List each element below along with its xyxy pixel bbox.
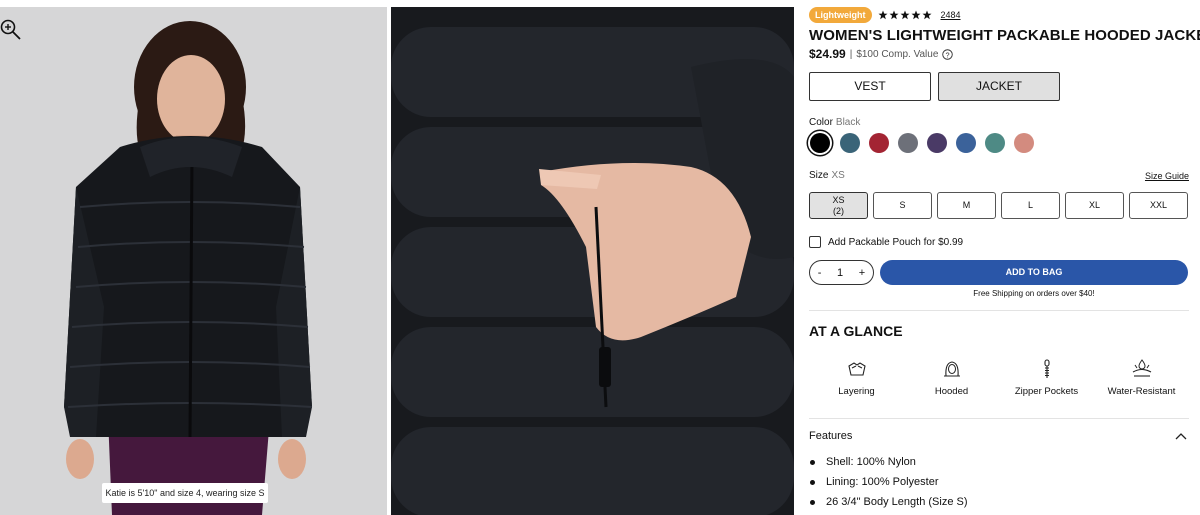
quantity-increase-button[interactable]: + xyxy=(859,267,865,279)
color-swatch[interactable] xyxy=(927,133,947,153)
star-icon xyxy=(878,10,887,20)
badge-rating-row: Lightweight 2484 xyxy=(809,7,961,23)
review-count-link[interactable]: 2484 xyxy=(941,10,961,20)
color-label: Color Black xyxy=(809,117,860,128)
size-button-xl[interactable]: XL xyxy=(1065,192,1124,219)
hood-icon xyxy=(943,361,960,377)
zipper-icon xyxy=(1043,359,1050,378)
layering-icon xyxy=(847,362,866,376)
jacket-option-button[interactable]: JACKET xyxy=(938,72,1060,101)
size-options: XS (2) S M L XL XXL xyxy=(809,192,1188,219)
add-pouch-option[interactable]: Add Packable Pouch for $0.99 xyxy=(809,236,963,248)
vest-option-button[interactable]: VEST xyxy=(809,72,931,101)
price-separator: | xyxy=(849,48,853,60)
product-details-panel: Lightweight 2484 WOMEN'S LIGHTWEIGHT PAC… xyxy=(809,0,1200,515)
features-heading: Features xyxy=(809,430,853,442)
model-size-caption: Katie is 5'10" and size 4, wearing size … xyxy=(102,483,268,503)
pouch-checkbox[interactable] xyxy=(809,236,821,248)
size-button-label: XL xyxy=(1088,200,1100,210)
color-swatch[interactable] xyxy=(898,133,918,153)
star-icon xyxy=(900,10,909,20)
size-button-label: XXL xyxy=(1149,200,1167,210)
glance-label: Hooded xyxy=(934,386,969,397)
size-button-s[interactable]: S xyxy=(873,192,932,219)
color-swatches xyxy=(809,133,1034,153)
color-swatch[interactable] xyxy=(810,133,830,153)
at-a-glance-heading: AT A GLANCE xyxy=(809,323,903,339)
star-icon xyxy=(922,10,931,20)
size-guide-link[interactable]: Size Guide xyxy=(1145,171,1189,181)
size-button-xs[interactable]: XS (2) xyxy=(809,192,868,219)
color-swatch[interactable] xyxy=(985,133,1005,153)
product-gallery: Katie is 5'10" and size 4, wearing size … xyxy=(0,7,794,515)
color-swatch[interactable] xyxy=(840,133,860,153)
quantity-decrease-button[interactable]: - xyxy=(818,267,822,279)
glance-label: Water-Resistant xyxy=(1107,386,1176,397)
glance-item-zipper-pockets: Zipper Pockets xyxy=(999,358,1094,397)
size-button-label: XS xyxy=(832,194,845,205)
price: $24.99 xyxy=(809,47,846,61)
size-button-l[interactable]: L xyxy=(1001,192,1060,219)
feature-item: 26 3/4" Body Length (Size S) xyxy=(809,496,968,515)
price-row: $24.99 | $100 Comp. Value ? xyxy=(809,47,954,61)
size-button-label: L xyxy=(1027,200,1033,210)
feature-item: Lining: 100% Polyester xyxy=(809,476,968,496)
pocket-detail-photo[interactable] xyxy=(391,7,794,515)
color-label-text: Color xyxy=(809,117,833,128)
size-label: Size XS xyxy=(809,170,845,181)
size-button-label: S xyxy=(899,200,906,210)
glance-item-hooded: Hooded xyxy=(904,358,999,397)
help-icon[interactable]: ? xyxy=(942,48,954,60)
size-button-xxl[interactable]: XXL xyxy=(1129,192,1188,219)
zoom-in-icon[interactable] xyxy=(0,19,22,41)
divider xyxy=(809,418,1189,419)
model-photo-illustration xyxy=(0,7,387,515)
water-resistant-icon xyxy=(1132,359,1151,377)
quantity-stepper: - 1 + xyxy=(809,260,874,285)
selected-color-name: Black xyxy=(835,117,861,128)
color-swatch[interactable] xyxy=(869,133,889,153)
model-photo[interactable]: Katie is 5'10" and size 4, wearing size … xyxy=(0,7,387,515)
features-accordion-toggle[interactable]: Features xyxy=(809,430,1189,442)
features-list: Shell: 100% Nylon Lining: 100% Polyester… xyxy=(809,456,968,515)
quantity-value: 1 xyxy=(837,266,844,279)
lightweight-badge: Lightweight xyxy=(809,7,872,23)
star-icon xyxy=(911,10,920,20)
glance-item-water-resistant: Water-Resistant xyxy=(1094,358,1189,397)
comp-value: $100 Comp. Value xyxy=(856,48,939,60)
chevron-up-icon xyxy=(1175,433,1187,440)
free-shipping-note: Free Shipping on orders over $40! xyxy=(973,289,1095,298)
pocket-detail-illustration xyxy=(391,7,794,515)
size-stock-count: (2) xyxy=(833,205,844,216)
at-a-glance-list: Layering Hooded Zipper Pockets Water-Res… xyxy=(809,358,1189,397)
glance-label: Layering xyxy=(838,386,875,397)
color-swatch[interactable] xyxy=(1014,133,1034,153)
glance-item-layering: Layering xyxy=(809,358,904,397)
add-to-bag-button[interactable]: ADD TO BAG xyxy=(880,260,1188,285)
svg-text:?: ? xyxy=(946,50,950,59)
star-icon xyxy=(889,10,898,20)
size-button-label: M xyxy=(962,200,971,210)
selected-size: XS xyxy=(831,170,845,181)
glance-label: Zipper Pockets xyxy=(1014,386,1079,397)
feature-item: Shell: 100% Nylon xyxy=(809,456,968,476)
product-title: WOMEN'S LIGHTWEIGHT PACKABLE HOODED JACK… xyxy=(809,27,1200,44)
size-button-m[interactable]: M xyxy=(937,192,996,219)
color-swatch[interactable] xyxy=(956,133,976,153)
pouch-label: Add Packable Pouch for $0.99 xyxy=(828,236,964,248)
size-label-text: Size xyxy=(809,170,829,181)
divider xyxy=(809,310,1189,311)
rating-stars[interactable] xyxy=(878,10,932,20)
